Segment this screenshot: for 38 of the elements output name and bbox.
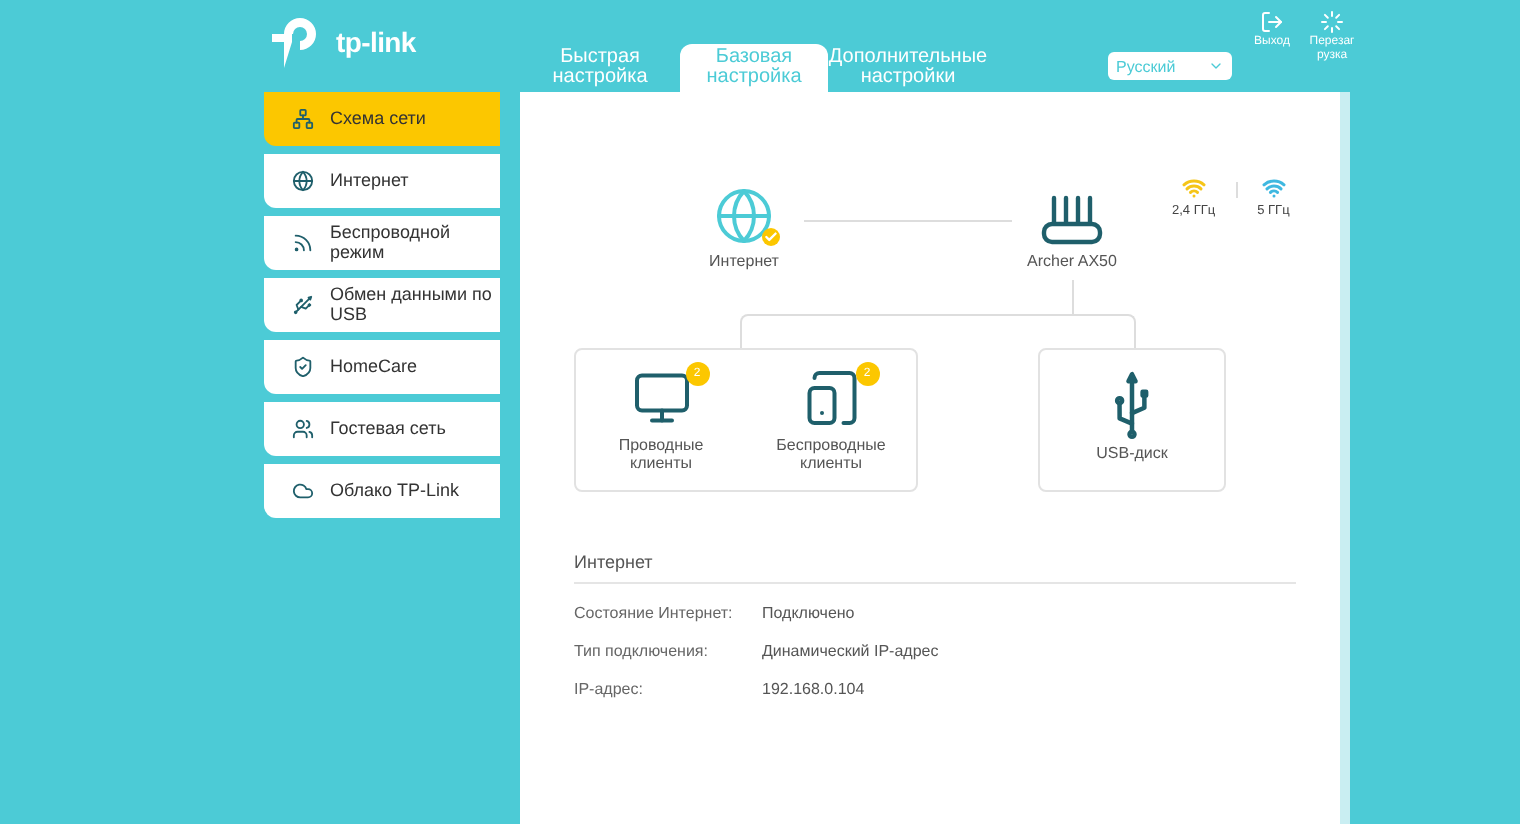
sidebar-item[interactable]: Облако TP-Link [264,464,500,518]
field-label: IP-адрес: [574,680,645,698]
menu-icon [292,480,314,502]
sidebar-item[interactable]: Интернет [264,154,500,208]
menu-icon [292,170,314,192]
sidebar-item[interactable]: HomeCare [264,340,500,394]
field-label: Тип подключения: [574,642,710,660]
node-label: Беспроводные клиенты [774,438,888,472]
sidebar-item[interactable]: Гостевая сеть [264,402,500,456]
section-title: Интернет [574,552,1296,584]
sidebar-label: HomeCare [330,357,420,377]
node-label: Интернет [709,254,779,271]
caret-icon [1208,58,1224,74]
router-icon [1040,194,1104,246]
sidebar-item[interactable]: Схема сети [264,92,500,146]
sidebar-label: Беспроводной режим [330,224,453,262]
sidebar-label: Интернет [330,171,411,191]
menu-icon [292,418,314,440]
logo-text: tp-link [336,26,416,58]
globe-icon [714,186,774,246]
monitor-icon[interactable] [631,368,691,428]
node-label: Archer AX50 [1027,254,1117,271]
sidebar-item[interactable]: Обмен данными по USB [264,278,500,332]
sidebar-label: Схема сети [330,109,428,129]
node-label: Проводные клиенты [616,438,706,472]
sidebar-label: Гостевая сеть [330,419,448,439]
field-value: 192.168.0.104 [762,680,865,698]
field-value: Динамический IP-адрес [762,642,939,660]
menu-icon [292,232,314,254]
menu-icon [292,356,314,378]
menu-icon [292,294,314,316]
sidebar-label: Облако TP-Link [330,481,462,501]
field-value: Подключено [762,604,855,622]
menu-icon [292,108,314,130]
sidebar-label: Обмен данными по USB [330,286,494,324]
sidebar-item[interactable]: Беспроводной режим [264,216,500,270]
field-label: Состояние Интернет: [574,604,735,622]
node-label: USB-диск [1096,446,1168,464]
